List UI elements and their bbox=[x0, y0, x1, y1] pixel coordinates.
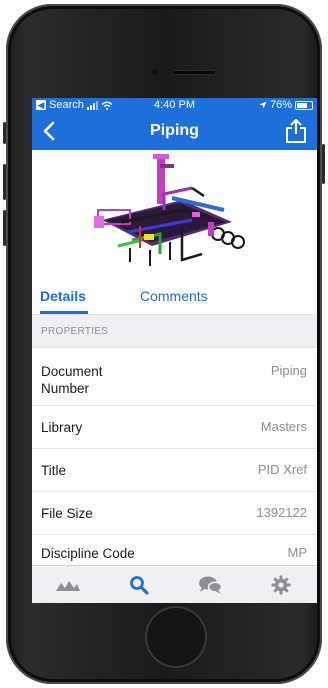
property-row-document-number: Document Number Piping bbox=[32, 348, 317, 406]
search-icon bbox=[129, 575, 149, 595]
earpiece-speaker bbox=[172, 70, 216, 75]
battery-icon bbox=[295, 100, 313, 110]
property-value: MP bbox=[287, 545, 308, 560]
screen: ◀ Search 4:40 PM 76% Piping Details Comm… bbox=[32, 98, 317, 603]
tab-bar-comments[interactable] bbox=[195, 572, 225, 598]
document-preview[interactable] bbox=[32, 150, 317, 276]
nav-bar: Piping bbox=[32, 113, 317, 150]
tab-comments[interactable]: Comments bbox=[140, 288, 208, 304]
mountains-icon bbox=[55, 580, 80, 591]
share-icon bbox=[286, 119, 306, 143]
tab-details[interactable]: Details bbox=[40, 288, 86, 304]
property-label: Document Number bbox=[41, 364, 103, 396]
property-row-title: Title PID Xref bbox=[32, 449, 317, 492]
detail-tabs: Details Comments bbox=[32, 276, 317, 315]
property-label: Library bbox=[41, 420, 83, 435]
chat-bubbles-icon bbox=[199, 576, 223, 594]
front-camera bbox=[150, 67, 160, 77]
volume-down-button bbox=[3, 210, 6, 246]
gear-icon bbox=[271, 575, 291, 594]
piping-model-thumbnail bbox=[94, 154, 245, 266]
tab-bar-search[interactable] bbox=[124, 572, 154, 598]
tab-bar-browse[interactable] bbox=[53, 572, 83, 598]
property-label: Title bbox=[41, 463, 67, 478]
mute-switch bbox=[3, 122, 6, 144]
property-value: Piping bbox=[270, 363, 307, 378]
battery-percent: 76% bbox=[269, 99, 292, 111]
property-label: File Size bbox=[41, 506, 93, 521]
location-arrow-icon bbox=[259, 101, 267, 109]
property-row-library: Library Masters bbox=[32, 406, 317, 449]
property-value: Masters bbox=[260, 419, 307, 434]
power-button bbox=[322, 144, 325, 184]
volume-up-button bbox=[3, 164, 6, 200]
status-right: 76% bbox=[259, 99, 313, 111]
status-bar: ◀ Search 4:40 PM 76% bbox=[32, 98, 317, 113]
property-value: PID Xref bbox=[257, 462, 307, 477]
tab-bar-settings[interactable] bbox=[266, 572, 296, 598]
bottom-tab-bar bbox=[32, 565, 317, 603]
home-button[interactable] bbox=[145, 606, 207, 668]
property-value: 1392122 bbox=[256, 505, 307, 520]
properties-list: Document Number Piping Library Masters T… bbox=[32, 348, 317, 578]
page-title: Piping bbox=[150, 122, 199, 139]
share-button[interactable] bbox=[283, 118, 309, 144]
section-header: PROPERTIES bbox=[32, 315, 317, 348]
property-row-file-size: File Size 1392122 bbox=[32, 492, 317, 535]
active-tab-indicator bbox=[40, 311, 88, 314]
property-label: Discipline Code bbox=[41, 546, 135, 561]
